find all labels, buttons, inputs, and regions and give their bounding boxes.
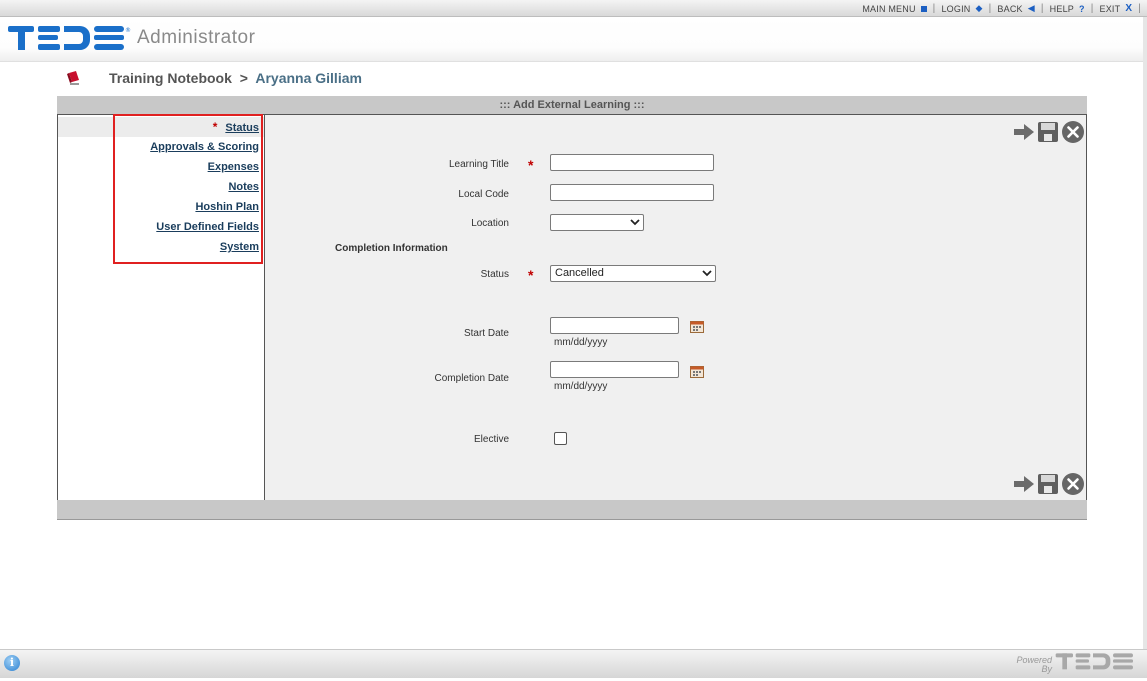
help-label: HELP [1049, 3, 1074, 14]
calendar-icon[interactable] [690, 365, 704, 378]
next-arrow-icon[interactable] [1013, 474, 1035, 499]
nav-link-notes[interactable]: Notes [228, 181, 259, 193]
learning-title-label: Learning Title [448, 159, 509, 170]
nav-link-status[interactable]: Status [225, 122, 259, 134]
panel-title: ::: Add External Learning ::: [57, 96, 1087, 114]
section-nav: * Status Approvals & Scoring Expenses Not… [58, 115, 265, 501]
diamond-icon: ◆ [975, 3, 983, 13]
help-link[interactable]: HELP ? [1044, 4, 1091, 14]
completion-info-heading: Completion Information [335, 243, 448, 254]
breadcrumb: Training Notebook > Aryanna Gilliam [109, 70, 362, 86]
learning-title-input[interactable] [550, 154, 714, 171]
breadcrumb-person: Aryanna Gilliam [255, 70, 362, 86]
required-mark: * [528, 157, 534, 173]
nav-link-hoshin-plan[interactable]: Hoshin Plan [195, 201, 259, 213]
bottom-actions [1011, 472, 1085, 501]
info-icon[interactable]: i [4, 655, 20, 671]
completion-date-hint: mm/dd/yyyy [554, 381, 608, 392]
elective-label: Elective [473, 434, 509, 445]
book-icon [66, 70, 82, 91]
required-mark: * [528, 267, 534, 283]
teds-footer-logo [1055, 652, 1139, 677]
login-label: LOGIN [941, 3, 971, 14]
location-select[interactable] [550, 214, 644, 231]
start-date-hint: mm/dd/yyyy [554, 337, 608, 348]
square-icon [920, 5, 927, 12]
start-date-label: Start Date [463, 328, 509, 339]
login-link[interactable]: LOGIN ◆ [935, 3, 988, 14]
add-external-learning-panel: * Status Approvals & Scoring Expenses Not… [57, 114, 1087, 502]
menu-separator: | [1138, 3, 1141, 14]
save-disk-icon[interactable] [1037, 121, 1059, 148]
back-label: BACK [997, 3, 1023, 14]
close-circle-icon[interactable] [1061, 120, 1085, 149]
nav-link-system[interactable]: System [220, 241, 259, 253]
app-footer: i Powered By [0, 649, 1147, 678]
nav-item-system: System [58, 237, 264, 257]
svg-text:®: ® [125, 27, 131, 34]
status-label: Status [480, 269, 509, 280]
exit-label: EXIT [1099, 3, 1121, 14]
local-code-label: Local Code [458, 189, 509, 200]
main-menu-link[interactable]: MAIN MENU [856, 4, 932, 14]
nav-item-hoshin-plan: Hoshin Plan [58, 197, 264, 217]
exit-link[interactable]: EXIT X [1094, 3, 1139, 14]
local-code-input[interactable] [550, 184, 714, 201]
nav-item-notes: Notes [58, 177, 264, 197]
back-arrow-icon: ◀ [1027, 3, 1035, 13]
window-edge [1143, 17, 1147, 649]
required-mark: * [212, 120, 218, 134]
nav-item-expenses: Expenses [58, 157, 264, 177]
start-date-input[interactable] [550, 317, 679, 334]
elective-checkbox[interactable] [554, 432, 567, 445]
calendar-icon[interactable] [690, 320, 704, 333]
back-link[interactable]: BACK ◀ [991, 3, 1040, 14]
powered-by-text: Powered By [1016, 655, 1052, 674]
chevron-down-icon [702, 266, 712, 286]
teds-logo: ® [8, 24, 132, 59]
top-menu-bar: MAIN MENU | LOGIN ◆ | BACK ◀ | HELP ? | … [0, 0, 1147, 17]
completion-date-input[interactable] [550, 361, 679, 378]
by-line: By [1041, 663, 1052, 674]
top-menu: MAIN MENU | LOGIN ◆ | BACK ◀ | HELP ? | … [856, 3, 1141, 14]
status-value: Cancelled [555, 267, 604, 279]
powered-by: Powered By [1016, 652, 1139, 677]
nav-item-status: * Status [58, 117, 264, 137]
nav-link-approvals-scoring[interactable]: Approvals & Scoring [150, 141, 259, 153]
app-name: Administrator [137, 27, 256, 48]
nav-item-user-defined-fields: User Defined Fields [58, 217, 264, 237]
breadcrumb-section: Training Notebook [109, 70, 232, 86]
section-nav-list: * Status Approvals & Scoring Expenses Not… [58, 117, 264, 257]
help-icon: ? [1078, 3, 1085, 14]
nav-link-expenses[interactable]: Expenses [208, 161, 259, 173]
app-header: ® Administrator [0, 17, 1147, 62]
location-label: Location [471, 218, 509, 229]
save-disk-icon[interactable] [1037, 473, 1059, 500]
breadcrumb-separator: > [239, 70, 248, 86]
learning-form: Learning Title * Local Code Location Com… [265, 115, 1086, 501]
panel-footer [57, 500, 1087, 520]
completion-date-label: Completion Date [434, 373, 509, 384]
top-actions [1011, 120, 1085, 149]
close-circle-icon[interactable] [1061, 472, 1085, 501]
status-select[interactable]: Cancelled [550, 265, 716, 282]
next-arrow-icon[interactable] [1013, 122, 1035, 147]
main-menu-label: MAIN MENU [862, 3, 916, 14]
chevron-down-icon [630, 215, 640, 235]
nav-item-approvals: Approvals & Scoring [58, 137, 264, 157]
exit-icon: X [1125, 3, 1133, 14]
nav-link-user-defined-fields[interactable]: User Defined Fields [156, 221, 259, 233]
